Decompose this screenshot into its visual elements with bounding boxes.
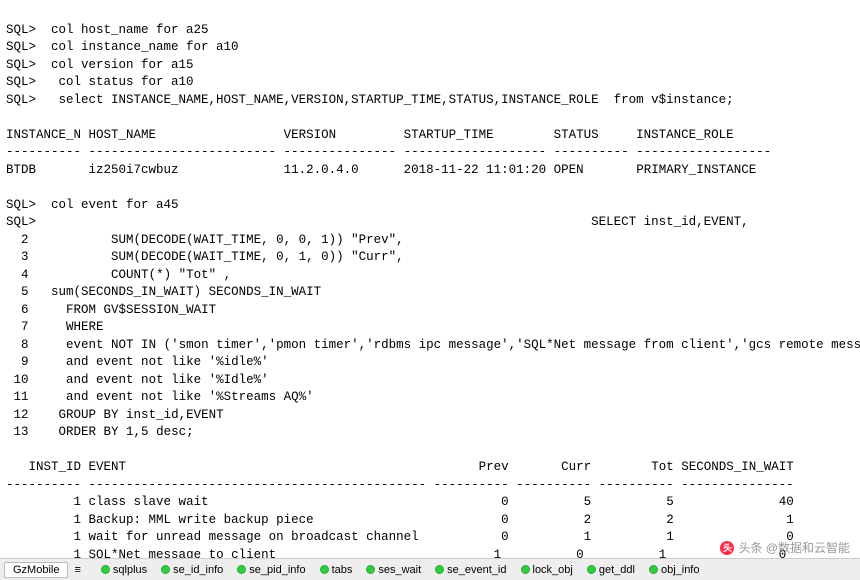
tab-tabs[interactable]: tabs [316,563,357,577]
sql-prompt: SQL> [6,23,36,37]
status-dot-icon [587,565,596,574]
table-row: 1 [74,548,82,559]
tab-get-ddl[interactable]: get_ddl [583,563,639,577]
status-dot-icon [366,565,375,574]
table-row: 1 [74,513,82,527]
table-row: 1 [74,495,82,509]
terminal-output: SQL> col host_name for a25 SQL> col inst… [0,0,860,558]
watermark-icon: 头 [720,541,734,555]
tab-se-id-info[interactable]: se_id_info [157,563,227,577]
session-button[interactable]: GzMobile [4,562,68,578]
status-dot-icon [649,565,658,574]
watermark: 头 头条 @数据和云智能 [720,539,850,556]
instance-row: BTDB [6,163,36,177]
tab-se-pid-info[interactable]: se_pid_info [233,563,309,577]
table-row: 1 [74,530,82,544]
col-instance-n: INSTANCE_N [6,128,81,142]
tab-lock-obj[interactable]: lock_obj [517,563,577,577]
status-dot-icon [237,565,246,574]
status-bar: GzMobile ≡ sqlplus se_id_info se_pid_inf… [0,558,860,580]
tab-se-event-id[interactable]: se_event_id [431,563,510,577]
status-dot-icon [161,565,170,574]
status-dot-icon [101,565,110,574]
tab-ses-wait[interactable]: ses_wait [362,563,425,577]
col-inst-id: INST_ID [29,460,82,474]
tab-obj-info[interactable]: obj_info [645,563,704,577]
status-dot-icon [521,565,530,574]
status-dot-icon [320,565,329,574]
menu-icon[interactable]: ≡ [74,564,80,576]
tab-sqlplus[interactable]: sqlplus [97,563,151,577]
status-dot-icon [435,565,444,574]
